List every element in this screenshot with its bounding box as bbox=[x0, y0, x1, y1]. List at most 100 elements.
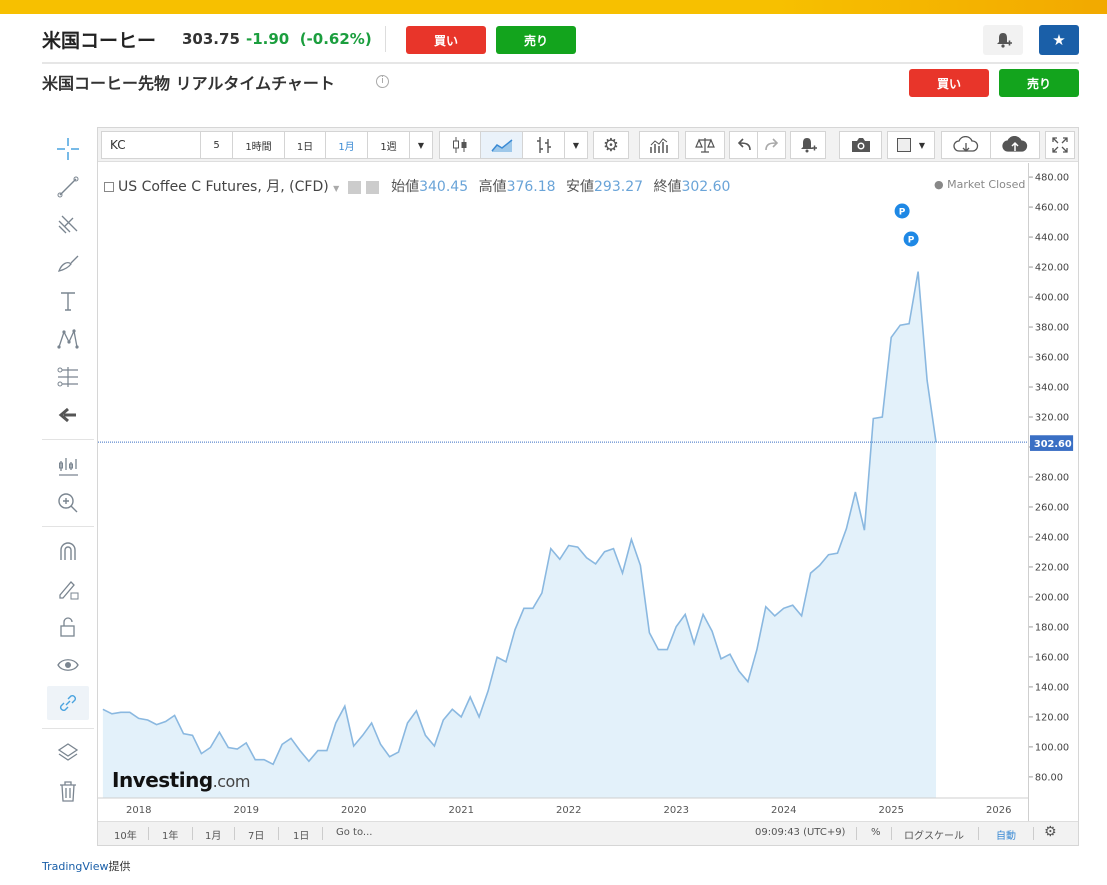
close-small-icon[interactable] bbox=[365, 180, 379, 194]
brush-tool[interactable] bbox=[47, 246, 89, 280]
object-tree-tool[interactable] bbox=[47, 736, 89, 770]
load-chart-button[interactable] bbox=[941, 131, 991, 159]
gear-icon[interactable]: ⚙ bbox=[1044, 824, 1057, 840]
bottom-separator bbox=[1033, 827, 1034, 840]
instrument-price: 303.75 bbox=[182, 30, 240, 48]
instrument-change: -1.90 (-0.62%) bbox=[246, 30, 372, 48]
interval-1h-button[interactable]: 1時間 bbox=[232, 131, 285, 159]
interval-5-button[interactable]: 5 bbox=[200, 131, 233, 159]
text-tool[interactable] bbox=[47, 284, 89, 318]
price-axis-tick-label: 200.00 bbox=[1035, 592, 1069, 603]
pattern-icon bbox=[57, 328, 79, 349]
tradingview-link[interactable]: TradingView bbox=[42, 860, 108, 873]
compare-button[interactable] bbox=[685, 131, 725, 159]
add-alert-button[interactable] bbox=[790, 131, 826, 159]
visibility-tool[interactable] bbox=[47, 648, 89, 682]
time-axis-tick-label: 2025 bbox=[879, 805, 904, 816]
price-axis-tick-label: 100.00 bbox=[1035, 742, 1069, 753]
close-label: 終値 bbox=[653, 179, 682, 195]
range-1m-button[interactable]: 1月 bbox=[205, 827, 221, 842]
info-icon[interactable]: i bbox=[376, 75, 389, 88]
title-buy-button[interactable]: 買い bbox=[909, 69, 989, 97]
header-buy-button[interactable]: 買い bbox=[406, 26, 486, 54]
page-title: 米国コーヒー先物 リアルタイムチャート bbox=[42, 74, 335, 93]
provider-credit: TradingView提供 bbox=[42, 858, 130, 874]
lock-tool[interactable] bbox=[47, 610, 89, 644]
remove-drawing-tool[interactable] bbox=[47, 398, 89, 432]
save-chart-button[interactable] bbox=[990, 131, 1040, 159]
interval-1m-button[interactable]: 1月 bbox=[325, 131, 368, 159]
range-1d-button[interactable]: 1日 bbox=[293, 827, 309, 842]
alert-add-button[interactable] bbox=[983, 25, 1023, 55]
tool-separator bbox=[42, 728, 94, 729]
range-7d-button[interactable]: 7日 bbox=[248, 827, 264, 842]
watchlist-star-button[interactable]: ★ bbox=[1039, 25, 1079, 55]
auto-scale-toggle[interactable]: 自動 bbox=[996, 827, 1016, 842]
collapse-legend-icon[interactable] bbox=[104, 182, 114, 192]
header-sell-button[interactable]: 売り bbox=[496, 26, 576, 54]
low-label: 安値 bbox=[566, 179, 595, 195]
event-marker-label: P bbox=[908, 236, 915, 246]
style-dropdown[interactable]: ▼ bbox=[564, 131, 588, 159]
indicators-button[interactable] bbox=[639, 131, 679, 159]
area-style-button[interactable] bbox=[480, 131, 523, 159]
title-sell-button[interactable]: 売り bbox=[999, 69, 1079, 97]
range-10y-button[interactable]: 10年 bbox=[114, 827, 137, 842]
trend-line-tool[interactable] bbox=[47, 170, 89, 204]
fullscreen-button[interactable] bbox=[1045, 131, 1075, 159]
price-area-fill bbox=[102, 271, 937, 799]
zoom-in-tool[interactable] bbox=[47, 486, 89, 520]
zoom-in-icon bbox=[58, 493, 78, 513]
candles-zoom-icon bbox=[59, 458, 78, 476]
cloud-download-icon bbox=[953, 136, 979, 152]
price-axis-tick-label: 400.00 bbox=[1035, 292, 1069, 303]
price-plot-area[interactable]: 2018 2019 2020 2021 2022 2023 2024 2025 2026 P P bbox=[98, 163, 1028, 821]
fib-tool[interactable] bbox=[47, 208, 89, 242]
fullscreen-mode-button[interactable]: ▼ bbox=[887, 131, 935, 159]
high-label: 高値 bbox=[478, 179, 507, 195]
legend-caret-icon[interactable]: ▼ bbox=[333, 184, 339, 193]
price-axis-tick-label: 480.00 bbox=[1035, 173, 1069, 184]
price-axis-tick-label: 320.00 bbox=[1035, 412, 1069, 423]
candle-style-button[interactable] bbox=[439, 131, 481, 159]
stay-drawing-tool[interactable] bbox=[47, 572, 89, 606]
price-axis-tick-label: 80.00 bbox=[1035, 772, 1063, 783]
range-1y-button[interactable]: 1年 bbox=[162, 827, 178, 842]
header-underline bbox=[42, 62, 1079, 64]
interval-dropdown[interactable]: ▼ bbox=[409, 131, 433, 159]
bottom-separator bbox=[891, 827, 892, 840]
pattern-tool[interactable] bbox=[47, 322, 89, 356]
log-scale-toggle[interactable]: ログスケール bbox=[904, 827, 964, 842]
prediction-tool[interactable] bbox=[47, 360, 89, 394]
instrument-name: 米国コーヒー bbox=[42, 30, 157, 52]
brush-icon bbox=[57, 255, 79, 272]
sync-drawings-tool[interactable] bbox=[47, 686, 89, 720]
change-value: -1.90 bbox=[246, 30, 290, 48]
indicator-tool[interactable] bbox=[47, 448, 89, 482]
time-axis-tick-label: 2022 bbox=[556, 805, 581, 816]
magnet-tool[interactable] bbox=[47, 534, 89, 568]
redo-button[interactable] bbox=[757, 131, 786, 159]
snapshot-button[interactable] bbox=[839, 131, 882, 159]
interval-1d-button[interactable]: 1日 bbox=[284, 131, 326, 159]
bell-plus-icon bbox=[801, 138, 817, 153]
percent-toggle[interactable]: % bbox=[871, 827, 881, 838]
pencil-lock-icon bbox=[59, 581, 79, 600]
symbol-input[interactable]: KC bbox=[101, 131, 201, 159]
area-chart-icon bbox=[490, 139, 512, 152]
crosshair-tool[interactable] bbox=[47, 132, 89, 166]
undo-button[interactable] bbox=[729, 131, 758, 159]
delete-tool[interactable] bbox=[47, 774, 89, 808]
magnet-icon bbox=[60, 542, 76, 560]
bottom-separator bbox=[978, 827, 979, 840]
instrument-header: 米国コーヒー 303.75 -1.90 (-0.62%) 買い 売り ★ bbox=[0, 14, 1107, 66]
price-axis[interactable]: 480.00 460.00 440.00 420.00 400.00 380.00 360.… bbox=[1028, 163, 1078, 821]
settings-small-icon[interactable] bbox=[348, 180, 362, 194]
goto-button[interactable]: Go to... bbox=[336, 827, 372, 838]
settings-button[interactable]: ⚙ bbox=[593, 131, 629, 159]
bar-style-button[interactable] bbox=[522, 131, 565, 159]
caret-down-icon: ▼ bbox=[918, 140, 926, 150]
interval-1w-button[interactable]: 1週 bbox=[367, 131, 410, 159]
star-icon: ★ bbox=[1052, 31, 1066, 49]
expand-icon bbox=[1052, 137, 1068, 153]
